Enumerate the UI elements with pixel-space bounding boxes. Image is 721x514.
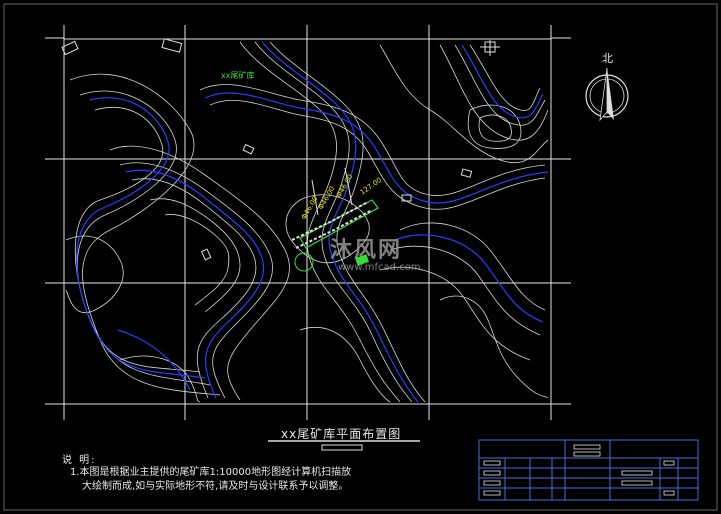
scale-box bbox=[321, 444, 363, 451]
dam-label-2: Φ46.00 bbox=[317, 185, 337, 211]
note-line: 大绘制而成,如与实际地形不符,请及时与设计联系予以调整。 bbox=[82, 481, 349, 492]
tailings-label: xx尾矿库 bbox=[221, 71, 255, 80]
building-outlines bbox=[61, 38, 496, 261]
north-label: 北 bbox=[602, 52, 613, 65]
watermark-url: www.mfcad.com bbox=[338, 262, 421, 273]
drawing-title: xx尾矿库平面布置图 bbox=[281, 427, 402, 441]
index-contours bbox=[76, 41, 549, 403]
note-line: 1.本图是根据业主提供的尾矿库1:10000地形图经计算机扫描放 bbox=[70, 467, 352, 478]
dam-label-4: 127.00 bbox=[359, 176, 384, 197]
north-arrow bbox=[585, 67, 629, 122]
watermark-logo-text: 沐风网 bbox=[330, 238, 403, 263]
